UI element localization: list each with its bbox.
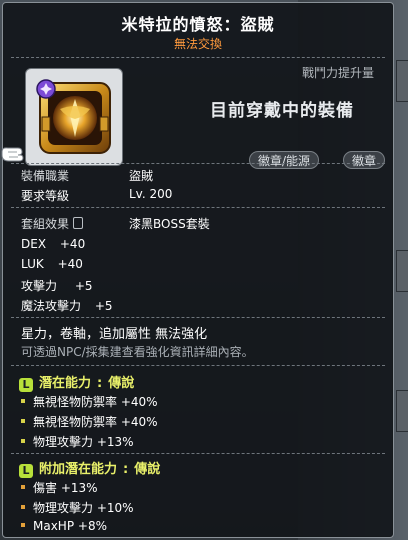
stat-row: DEX +40 [21,237,85,251]
tradeability-label: 無法交換 [173,37,222,51]
stat-value: +40 [57,257,83,271]
potential-line: 無視怪物防禦率 +40% [21,393,158,410]
restriction-note: 星力，卷軸，追加屬性 無法強化 [21,327,208,342]
set-effect-label: 套組效果 [21,217,70,231]
background-slot [396,250,408,292]
set-effect-row: 套組效果 [21,215,84,232]
level-value: Lv. 200 [129,187,173,201]
additional-potential-line-text: MaxHP +8% [33,519,107,533]
category-tag: 徽章 [343,151,386,169]
additional-potential-header: L 附加潛在能力: 傳說 [19,458,160,478]
potential-grade: 傳說 [108,376,135,391]
mitra-rage-emblem-icon [36,79,111,154]
job-value: 盜賊 [129,169,154,183]
bullet-icon [21,523,25,527]
category-tag: 徽章/能源 [249,151,320,169]
divider [11,453,385,454]
equipped-heading: 目前穿戴中的裝備 [210,101,354,121]
level-label: 要求等級 [21,189,70,203]
background-slot [396,60,408,102]
potential-label: 潛在能力 [39,376,92,391]
stat-name: 攻擊力 [21,279,58,293]
additional-potential-line-text: 物理攻擊力 +10% [33,501,134,515]
combat-power-label: 戰鬥力提升量 [302,66,375,80]
potential-line-text: 無視怪物防禦率 +40% [33,415,158,429]
stat-name: LUK [21,257,44,271]
job-row: 裝備職業 [21,167,69,184]
stat-value: +5 [74,279,93,293]
stat-row: LUK +40 [21,257,83,271]
stat-value: +40 [59,237,86,251]
set-effect-value: 漆黑BOSS套裝 [129,217,210,231]
bullet-icon [21,439,25,443]
stat-value: +5 [94,299,113,313]
additional-potential-line-text: 傷害 +13% [33,481,98,495]
divider [11,163,385,164]
bullet-icon [21,419,25,423]
additional-potential-colon: : [123,462,129,477]
potential-line: 物理攻擊力 +13% [21,433,134,450]
stat-row: 魔法攻擊力 +5 [21,297,113,314]
potential-colon: : [97,376,103,391]
item-icon-frame [25,68,123,166]
legendary-badge: L [19,464,33,478]
divider [11,207,385,208]
potential-line: 無視怪物防禦率 +40% [21,413,158,430]
lock-icon [73,217,84,229]
bullet-icon [21,399,25,403]
potential-header: L 潛在能力: 傳說 [19,372,134,392]
divider [11,365,385,366]
enhance-hint: 可透過NPC/採集建查看強化資訊詳細內容。 [21,345,254,359]
item-title: 米特拉的憤怒：盜賊 [121,15,275,34]
divider [11,317,385,318]
stat-row: 攻擊力 +5 [21,277,93,294]
glove-cursor-icon [1,147,24,162]
legendary-badge: L [19,378,33,392]
item-tooltip: 米特拉的憤怒：盜賊 無法交換 戰鬥力提升量 目前穿戴中的裝備 徽章/能源 徽章 … [2,2,394,538]
stat-name: DEX [21,237,47,251]
bullet-icon [21,485,25,489]
stat-name: 魔法攻擊力 [21,299,82,313]
additional-potential-label: 附加潛在能力 [39,462,118,477]
additional-potential-grade: 傳說 [134,462,161,477]
job-label: 裝備職業 [21,169,70,183]
additional-potential-line: MaxHP +8% [21,519,107,533]
bullet-icon [21,505,25,509]
potential-line-text: 無視怪物防禦率 +40% [33,395,158,409]
divider [11,57,385,58]
additional-potential-line: 物理攻擊力 +10% [21,499,134,516]
potential-line-text: 物理攻擊力 +13% [33,435,134,449]
background-slot [396,390,408,432]
additional-potential-line: 傷害 +13% [21,479,98,496]
